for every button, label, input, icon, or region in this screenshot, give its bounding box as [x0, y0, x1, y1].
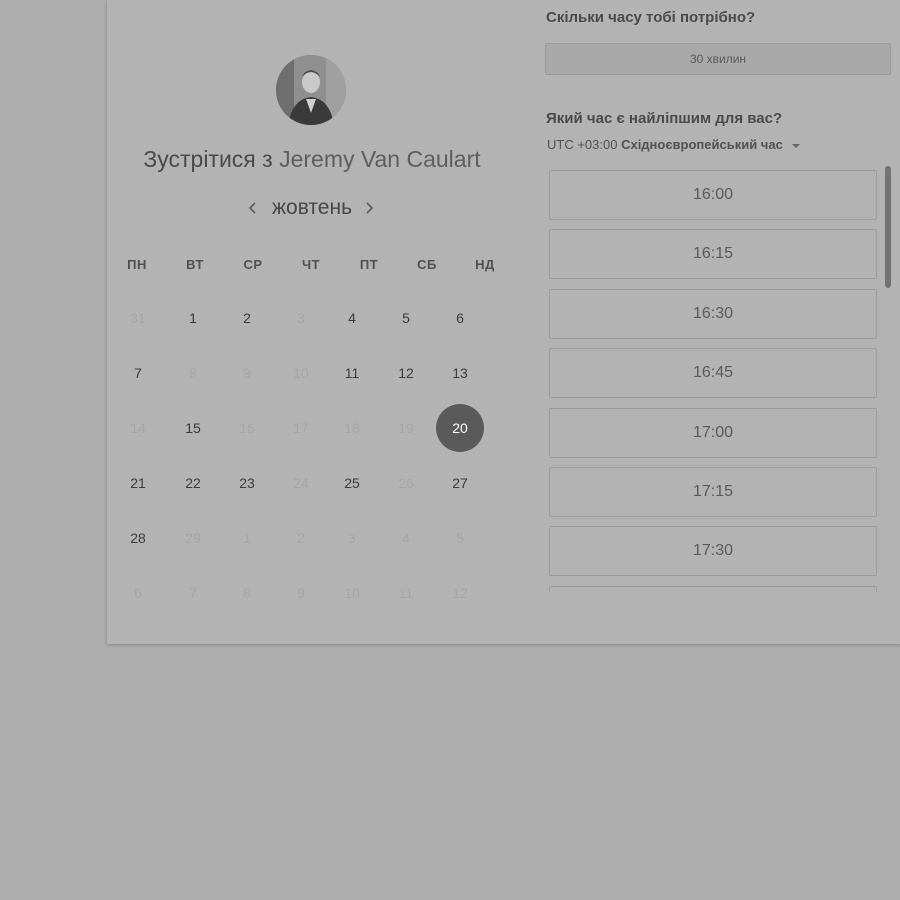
meeting-title-prefix: Зустрітися з — [143, 146, 273, 172]
calendar-day[interactable]: 2 — [220, 308, 274, 328]
calendar-day: 10 — [293, 365, 309, 381]
duration-select[interactable]: 30 хвилин — [545, 43, 891, 75]
calendar-day[interactable]: 7 — [111, 363, 165, 383]
calendar-day: 3 — [348, 530, 356, 546]
chevron-left-icon[interactable] — [242, 195, 262, 221]
calendar-day: 9 — [297, 585, 305, 601]
calendar-day: 9 — [243, 365, 251, 381]
weekday-label: ЧТ — [301, 257, 321, 272]
calendar-day[interactable]: 4 — [325, 308, 379, 328]
calendar-day: 4 — [402, 530, 410, 546]
calendar-day: 6 — [134, 585, 142, 601]
calendar-day[interactable]: 12 — [379, 363, 433, 383]
timezone-offset: UTC +03:00 — [547, 137, 618, 152]
host-name: Jeremy Van Caulart — [279, 146, 481, 172]
time-slot-button[interactable]: 17:00 — [549, 407, 877, 458]
calendar-day: 3 — [297, 310, 305, 326]
weekday-label: ВТ — [186, 257, 204, 272]
time-slot-button[interactable]: 16:15 — [549, 229, 877, 280]
calendar-day[interactable]: 13 — [433, 363, 487, 383]
calendar-day: 31 — [130, 310, 146, 326]
calendar-day: 14 — [130, 420, 146, 436]
calendar-day: 1 — [243, 530, 251, 546]
time-slot-button[interactable] — [549, 585, 877, 592]
calendar-day[interactable]: 15 — [166, 418, 220, 438]
calendar-day[interactable]: 6 — [433, 308, 487, 328]
calendar-day: 12 — [452, 585, 468, 601]
calendar-day: 26 — [398, 475, 414, 491]
calendar-day[interactable]: 28 — [111, 528, 165, 548]
calendar-day: 10 — [344, 585, 360, 601]
calendar-day: 24 — [293, 475, 309, 491]
weekday-label: СБ — [417, 257, 437, 272]
calendar-day[interactable]: 11 — [325, 363, 379, 383]
calendar-day: 18 — [344, 420, 360, 436]
weekday-header: ПН ВТ СР ЧТ ПТ СБ НД — [110, 257, 513, 273]
calendar-day[interactable]: 1 — [166, 308, 220, 328]
calendar-day: 5 — [456, 530, 464, 546]
time-slot-button[interactable]: 16:45 — [549, 348, 877, 399]
time-slot-list: 16:00 16:15 16:30 16:45 17:00 17:15 17:30 — [549, 170, 879, 592]
host-avatar — [276, 55, 346, 125]
weekday-label: НД — [475, 257, 495, 272]
time-slot-button[interactable]: 17:15 — [549, 467, 877, 517]
calendar-day-selected[interactable]: 20 — [433, 418, 487, 438]
calendar-day: 8 — [243, 585, 251, 601]
weekday-label: СР — [243, 257, 263, 272]
time-slot-button[interactable]: 16:30 — [549, 288, 877, 339]
month-navigation: жовтень — [240, 195, 386, 221]
timezone-name: Східноєвропейський час — [621, 137, 783, 152]
calendar-day[interactable]: 23 — [220, 473, 274, 493]
time-slot-button[interactable]: 16:00 — [549, 170, 877, 220]
calendar-day: 2 — [297, 530, 305, 546]
scrollbar-thumb[interactable] — [885, 166, 891, 288]
calendar-day[interactable]: 27 — [433, 473, 487, 493]
time-slot-button[interactable]: 17:30 — [549, 526, 877, 577]
meeting-title: Зустрітися з Jeremy Van Caulart — [107, 146, 517, 173]
duration-question: Скільки часу тобі потрібно? — [546, 9, 756, 26]
calendar-day[interactable]: 21 — [111, 473, 165, 493]
slot-scrollbar[interactable] — [884, 166, 892, 592]
calendar-day: 11 — [398, 585, 414, 601]
weekday-label: ПН — [127, 257, 147, 272]
calendar-day[interactable]: 25 — [325, 473, 379, 493]
calendar-day[interactable]: 5 — [379, 308, 433, 328]
calendar-day: 8 — [189, 365, 197, 381]
weekday-label: ПТ — [359, 257, 379, 272]
calendar-day: 16 — [239, 420, 255, 436]
caret-down-icon — [792, 143, 801, 148]
current-month: жовтень — [271, 196, 353, 219]
calendar-day: 7 — [189, 585, 197, 601]
calendar-day: 29 — [185, 530, 201, 546]
time-question: Який час є найліпшим для вас? — [546, 110, 783, 127]
calendar-day: 19 — [398, 420, 414, 436]
timezone-select[interactable]: UTC +03:00 Східноєвропейський час — [547, 137, 801, 152]
chevron-right-icon[interactable] — [360, 195, 380, 221]
calendar-day[interactable]: 22 — [166, 473, 220, 493]
calendar-day: 17 — [293, 420, 309, 436]
